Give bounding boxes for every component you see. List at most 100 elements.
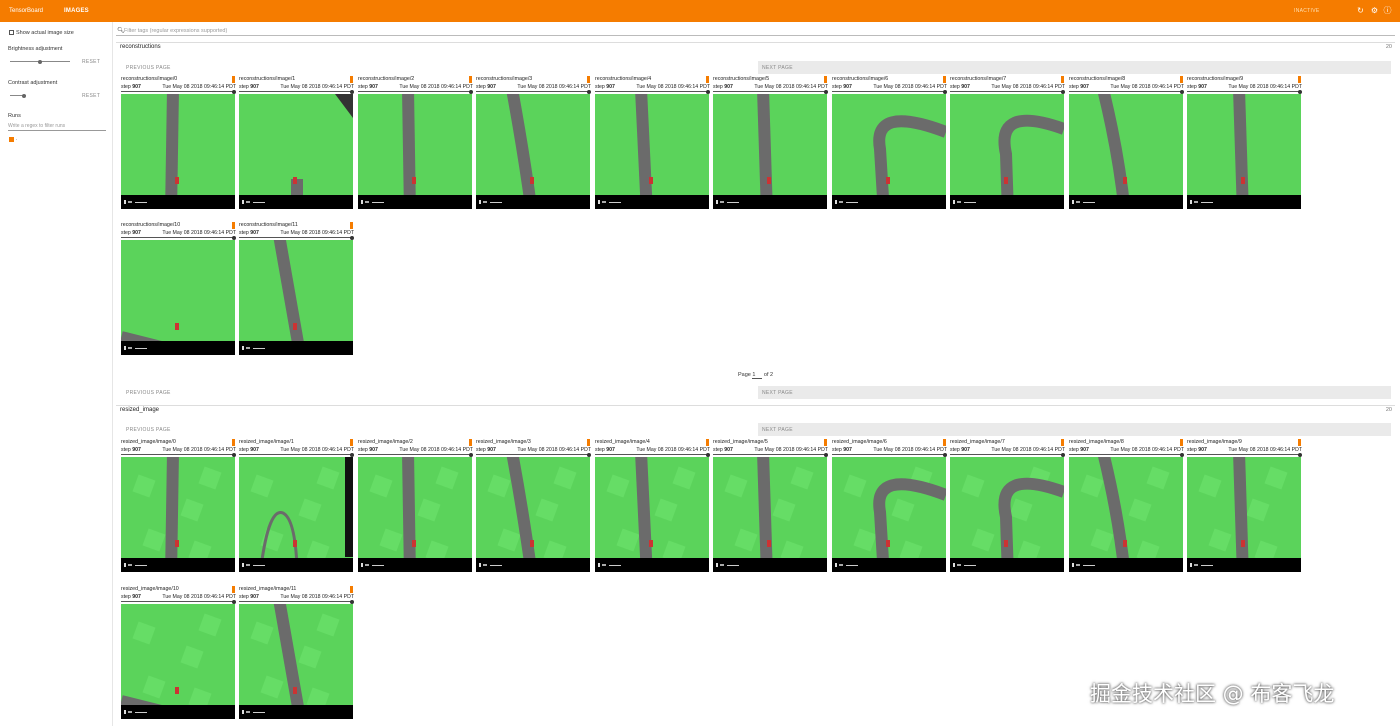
previous-page-button[interactable]: PREVIOUS PAGE xyxy=(116,61,756,74)
step-slider[interactable] xyxy=(121,89,236,94)
image-card[interactable]: reconstructions/image/7 step 907 Tue May 0… xyxy=(949,76,1065,209)
image-card[interactable]: reconstructions/image/11 step 907 Tue May … xyxy=(238,222,354,355)
app-title[interactable]: TensorBoard xyxy=(9,8,43,14)
step-slider-knob[interactable] xyxy=(1180,452,1184,457)
help-icon[interactable]: ⓘ xyxy=(1383,6,1392,15)
image-card[interactable]: resized_image/image/8 step 907 Tue May 08 … xyxy=(1068,439,1184,572)
gear-icon[interactable]: ⚙ xyxy=(1370,6,1379,15)
card-image[interactable] xyxy=(950,94,1064,209)
step-slider[interactable] xyxy=(239,452,354,457)
step-slider-knob[interactable] xyxy=(706,452,710,457)
step-slider-knob[interactable] xyxy=(587,452,591,457)
inactive-dropdown[interactable]: INACTIVE xyxy=(1294,8,1319,14)
card-image[interactable] xyxy=(713,457,827,572)
step-slider[interactable] xyxy=(950,452,1065,457)
card-image[interactable] xyxy=(121,94,235,209)
card-image[interactable] xyxy=(595,94,709,209)
previous-page-button[interactable]: PREVIOUS PAGE xyxy=(116,423,756,436)
brightness-reset-button[interactable]: RESET xyxy=(82,59,100,65)
next-page-button[interactable]: NEXT PAGE xyxy=(758,423,1391,436)
card-image[interactable] xyxy=(595,457,709,572)
card-image[interactable] xyxy=(1187,94,1301,209)
image-card[interactable]: resized_image/image/3 step 907 Tue May 08 … xyxy=(475,439,591,572)
image-card[interactable]: reconstructions/image/3 step 907 Tue May 0… xyxy=(475,76,591,209)
image-card[interactable]: resized_image/image/1 step 907 Tue May 08 … xyxy=(238,439,354,572)
step-slider[interactable] xyxy=(1069,89,1184,94)
card-image[interactable] xyxy=(121,457,235,572)
image-card[interactable]: reconstructions/image/4 step 907 Tue May 0… xyxy=(594,76,710,209)
card-image[interactable] xyxy=(713,94,827,209)
image-card[interactable]: resized_image/image/9 step 907 Tue May 08 … xyxy=(1186,439,1302,572)
step-slider-knob[interactable] xyxy=(1298,452,1302,457)
step-slider[interactable] xyxy=(595,89,710,94)
step-slider-knob[interactable] xyxy=(232,452,236,457)
card-image[interactable] xyxy=(1069,457,1183,572)
step-slider-knob[interactable] xyxy=(350,235,354,240)
image-card[interactable]: reconstructions/image/6 step 907 Tue May 0… xyxy=(831,76,947,209)
page-number-input[interactable]: 1 xyxy=(752,372,763,379)
card-image[interactable] xyxy=(476,94,590,209)
step-slider-knob[interactable] xyxy=(350,452,354,457)
previous-page-button[interactable]: PREVIOUS PAGE xyxy=(116,386,756,399)
card-image[interactable] xyxy=(358,457,472,572)
step-slider[interactable] xyxy=(121,235,236,240)
step-slider[interactable] xyxy=(121,599,236,604)
step-slider-knob[interactable] xyxy=(1061,89,1065,94)
section-header-resized-image[interactable]: resized_image 20 xyxy=(116,405,1395,415)
step-slider-knob[interactable] xyxy=(350,89,354,94)
contrast-reset-button[interactable]: RESET xyxy=(82,93,100,99)
step-slider[interactable] xyxy=(476,89,591,94)
card-image[interactable] xyxy=(950,457,1064,572)
card-image[interactable] xyxy=(121,604,235,719)
runs-filter-input[interactable] xyxy=(8,122,106,131)
step-slider-knob[interactable] xyxy=(232,235,236,240)
image-card[interactable]: reconstructions/image/0 step 907 Tue May 0… xyxy=(120,76,236,209)
card-image[interactable] xyxy=(239,604,353,719)
image-card[interactable]: resized_image/image/2 step 907 Tue May 08 … xyxy=(357,439,473,572)
show-actual-size-checkbox[interactable] xyxy=(9,30,14,35)
next-page-button[interactable]: NEXT PAGE xyxy=(758,386,1391,399)
step-slider-knob[interactable] xyxy=(706,89,710,94)
card-image[interactable] xyxy=(832,457,946,572)
step-slider-knob[interactable] xyxy=(232,89,236,94)
card-image[interactable] xyxy=(239,94,353,209)
card-image[interactable] xyxy=(239,457,353,572)
card-image[interactable] xyxy=(121,240,235,355)
step-slider-knob[interactable] xyxy=(469,89,473,94)
step-slider[interactable] xyxy=(239,599,354,604)
card-image[interactable] xyxy=(476,457,590,572)
image-card[interactable]: resized_image/image/0 step 907 Tue May 08 … xyxy=(120,439,236,572)
image-card[interactable]: reconstructions/image/1 step 907 Tue May 0… xyxy=(238,76,354,209)
image-card[interactable]: resized_image/image/11 step 907 Tue May 08… xyxy=(238,586,354,719)
image-card[interactable]: resized_image/image/4 step 907 Tue May 08 … xyxy=(594,439,710,572)
step-slider[interactable] xyxy=(121,452,236,457)
step-slider-knob[interactable] xyxy=(1298,89,1302,94)
step-slider-knob[interactable] xyxy=(943,452,947,457)
image-card[interactable]: reconstructions/image/2 step 907 Tue May 0… xyxy=(357,76,473,209)
section-header-reconstructions[interactable]: reconstructions 20 xyxy=(116,42,1395,52)
card-image[interactable] xyxy=(239,240,353,355)
step-slider-knob[interactable] xyxy=(943,89,947,94)
image-card[interactable]: resized_image/image/6 step 907 Tue May 08 … xyxy=(831,439,947,572)
refresh-icon[interactable]: ↻ xyxy=(1356,6,1365,15)
card-image[interactable] xyxy=(1187,457,1301,572)
step-slider-knob[interactable] xyxy=(587,89,591,94)
card-image[interactable] xyxy=(358,94,472,209)
step-slider[interactable] xyxy=(239,235,354,240)
step-slider-knob[interactable] xyxy=(232,599,236,604)
step-slider-knob[interactable] xyxy=(824,89,828,94)
step-slider[interactable] xyxy=(832,452,947,457)
brightness-slider-knob[interactable] xyxy=(38,59,42,64)
image-card[interactable]: resized_image/image/5 step 907 Tue May 08 … xyxy=(712,439,828,572)
step-slider[interactable] xyxy=(832,89,947,94)
next-page-button[interactable]: NEXT PAGE xyxy=(758,61,1391,74)
image-card[interactable]: reconstructions/image/5 step 907 Tue May 0… xyxy=(712,76,828,209)
image-card[interactable]: reconstructions/image/10 step 907 Tue May … xyxy=(120,222,236,355)
step-slider-knob[interactable] xyxy=(824,452,828,457)
run-checkbox[interactable] xyxy=(9,137,14,142)
image-card[interactable]: resized_image/image/7 step 907 Tue May 08 … xyxy=(949,439,1065,572)
step-slider-knob[interactable] xyxy=(469,452,473,457)
step-slider[interactable] xyxy=(713,452,828,457)
step-slider[interactable] xyxy=(595,452,710,457)
step-slider-knob[interactable] xyxy=(1061,452,1065,457)
